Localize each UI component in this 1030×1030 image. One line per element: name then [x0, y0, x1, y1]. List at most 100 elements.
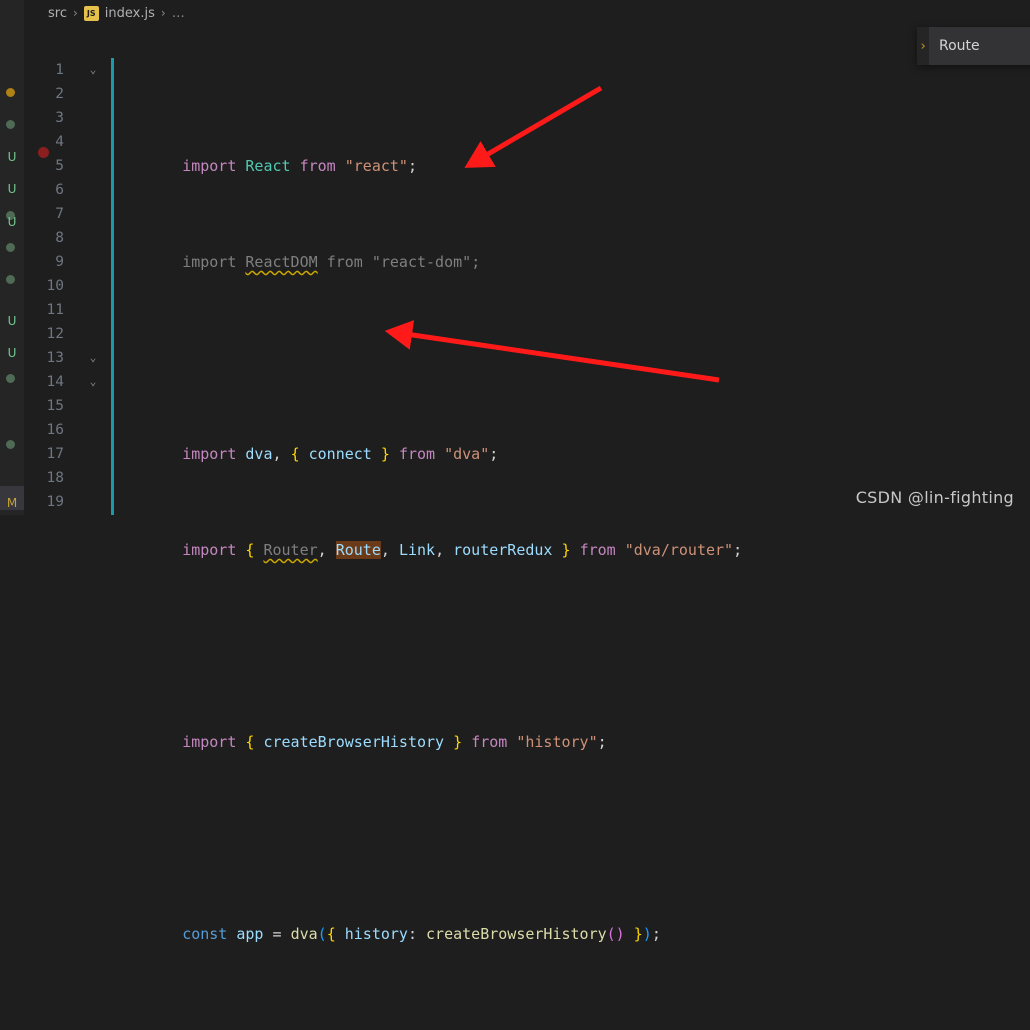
breadcrumb-folder[interactable]: src	[48, 6, 67, 21]
code-line-4: import dva, { connect } from "dva";	[128, 418, 1030, 463]
explorer-status-untracked-4[interactable]: U	[0, 342, 24, 364]
code-editor[interactable]: src › JS index.js › … 1 2 3 4 5 6 7 8 9 10 11 12 13 1…	[24, 0, 1030, 943]
tok-module-history: "history"	[516, 733, 598, 751]
tok-from: from	[299, 157, 336, 175]
tok-link: Link	[398, 541, 436, 559]
git-change-indicator-bar	[111, 58, 114, 515]
line-number-7: 7	[55, 206, 64, 222]
tok-from: from	[398, 445, 436, 463]
fold-chevron-line-14[interactable]: ⌄	[86, 370, 100, 394]
code-line-9: const app = dva({ history: createBrowser…	[128, 898, 1030, 943]
code-content[interactable]: import React from "react"; import ReactD…	[128, 58, 1030, 943]
tok-import: import	[182, 733, 237, 751]
tok-semi: ;	[489, 445, 499, 463]
line-number-2: 2	[55, 86, 64, 102]
explorer-status-dot-5[interactable]	[6, 374, 15, 383]
line-number-15: 15	[46, 398, 64, 414]
tok-comma-1: ,	[317, 541, 327, 559]
explorer-status-dot-1[interactable]	[6, 120, 15, 129]
tok-router-redux: routerRedux	[453, 541, 553, 559]
explorer-status-dot-4[interactable]	[6, 275, 15, 284]
fold-chevron-line-1[interactable]: ⌄	[86, 58, 100, 82]
explorer-status-modified-5[interactable]: M	[0, 492, 24, 514]
breadcrumb-file[interactable]: index.js	[105, 6, 155, 21]
tok-module-dva: "dva"	[444, 445, 490, 463]
tok-module-reactdom: "react-dom"	[371, 253, 472, 271]
tok-react: React	[245, 157, 291, 175]
line-number-12: 12	[46, 326, 64, 342]
tok-route-highlighted[interactable]: Route	[335, 541, 381, 559]
tok-semi: ;	[733, 541, 743, 559]
explorer-git-status-strip[interactable]: UUUUUM	[0, 0, 24, 515]
explorer-status-dot-6[interactable]	[6, 440, 15, 449]
tok-paren-open: (	[317, 925, 327, 943]
tok-comma: ,	[272, 445, 282, 463]
line-number-5: 5	[55, 158, 64, 174]
code-line-2: import ReactDOM from "react-dom";	[128, 226, 1030, 271]
tok-const: const	[182, 925, 228, 943]
breadcrumb-separator-1: ›	[72, 6, 78, 20]
tok-parens: ()	[606, 925, 625, 943]
tok-module-react: "react"	[344, 157, 408, 175]
line-number-19: 19	[46, 494, 64, 510]
tok-create-browser-history: createBrowserHistory	[263, 733, 445, 751]
tok-import: import	[182, 253, 237, 271]
chevron-right-icon: ›	[919, 38, 927, 54]
line-number-14: 14	[46, 374, 64, 390]
explorer-status-dot-0[interactable]	[6, 88, 15, 97]
tok-comma-3: ,	[435, 541, 445, 559]
breadcrumb-symbol-ellipsis[interactable]: …	[172, 6, 185, 21]
line-number-3: 3	[55, 110, 64, 126]
tok-create-browser-history-call: createBrowserHistory	[426, 925, 607, 943]
code-line-5: import { Router, Route, Link, routerRedu…	[128, 514, 1030, 559]
tok-brace-open: {	[290, 445, 300, 463]
suggest-widget[interactable]: › Route	[917, 27, 1030, 65]
code-line-7: import { createBrowserHistory } from "hi…	[128, 706, 1030, 751]
tok-dva: dva	[245, 445, 273, 463]
tok-module-dva-router: "dva/router"	[624, 541, 734, 559]
line-number-17: 17	[46, 446, 64, 462]
tok-connect: connect	[308, 445, 372, 463]
tok-import: import	[182, 445, 237, 463]
line-number-13: 13	[46, 350, 64, 366]
tok-dva-call: dva	[290, 925, 318, 943]
explorer-status-untracked-3[interactable]: U	[0, 310, 24, 332]
tok-from: from	[579, 541, 616, 559]
editor-gutter[interactable]: 1 2 3 4 5 6 7 8 9 10 11 12 13 14 15 16 17 18 19 ⌄ ⌄ ⌄	[24, 58, 96, 515]
line-number-18: 18	[46, 470, 64, 486]
tok-app: app	[236, 925, 264, 943]
explorer-status-untracked-2[interactable]: U	[0, 211, 24, 233]
tok-import: import	[182, 541, 237, 559]
tok-semi: ;	[407, 157, 417, 175]
tok-brace-close: }	[633, 925, 643, 943]
breadcrumb-separator-2: ›	[160, 6, 166, 20]
tok-brace-close: }	[453, 733, 463, 751]
explorer-status-dot-3[interactable]	[6, 243, 15, 252]
line-number-1: 1	[55, 62, 64, 78]
tok-brace-close: }	[380, 445, 390, 463]
watermark: CSDN @lin-fighting	[855, 488, 1014, 507]
line-number-8: 8	[55, 230, 64, 246]
explorer-status-untracked-1[interactable]: U	[0, 178, 24, 200]
line-number-6: 6	[55, 182, 64, 198]
line-number-11: 11	[46, 302, 64, 318]
tok-import: import	[182, 157, 237, 175]
fold-chevron-line-13[interactable]: ⌄	[86, 346, 100, 370]
tok-brace-open: {	[245, 733, 255, 751]
tok-paren-close: )	[642, 925, 652, 943]
line-number-9: 9	[55, 254, 64, 270]
line-number-4: 4	[55, 134, 64, 150]
tok-comma-2: ,	[380, 541, 390, 559]
js-file-icon: JS	[83, 5, 99, 21]
tok-semi: ;	[651, 925, 661, 943]
explorer-status-untracked-0[interactable]: U	[0, 146, 24, 168]
code-line-1: import React from "react";	[128, 130, 1030, 175]
tok-history-key: history	[344, 925, 408, 943]
breadcrumb[interactable]: src › JS index.js › …	[24, 0, 1030, 26]
suggest-item-label: Route	[939, 38, 980, 54]
suggest-item-route[interactable]: Route	[929, 27, 1030, 65]
line-number-10: 10	[46, 278, 64, 294]
